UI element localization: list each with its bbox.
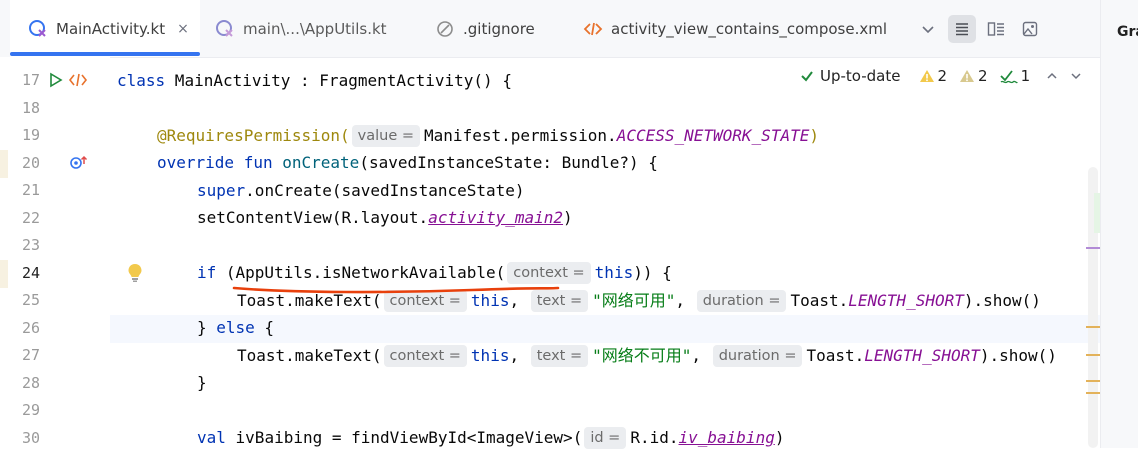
tab-tools (908, 14, 1044, 44)
param-hint: context = (383, 345, 467, 367)
code-line-17: class MainActivity : FragmentActivity() … (117, 71, 512, 90)
xml-related-icon[interactable] (68, 72, 88, 92)
code-line-28: } (197, 373, 207, 392)
tab-label: activity_view_contains_compose.xml (611, 19, 888, 38)
override-icon[interactable] (69, 154, 89, 174)
line-number: 22 (21, 209, 40, 227)
typos-count[interactable]: 1 (999, 67, 1030, 85)
code-line-21: super.onCreate(savedInstanceState) (197, 181, 525, 200)
editor-tab-bar: MainActivity.kt × main\...\AppUtils.kt .… (0, 0, 1100, 58)
tab-label: .gitignore (463, 19, 535, 38)
lightbulb-icon[interactable] (127, 263, 143, 287)
kotlin-class-icon (28, 19, 48, 39)
close-icon[interactable]: × (177, 21, 189, 37)
split-view-icon[interactable] (982, 15, 1010, 43)
run-icon[interactable] (48, 72, 64, 92)
tab-gitignore[interactable]: .gitignore (435, 0, 535, 57)
active-tab-indicator (10, 52, 200, 56)
tab-apputils[interactable]: main\...\AppUtils.kt (215, 0, 387, 57)
check-icon (801, 71, 813, 82)
param-hint: duration = (696, 290, 787, 312)
vcs-added-marker (1094, 193, 1100, 233)
typo-check-icon (999, 70, 1018, 84)
line-number: 21 (21, 181, 40, 199)
line-number: 18 (21, 99, 40, 117)
param-hint: context = (507, 262, 591, 284)
line-number: 19 (21, 126, 40, 144)
red-underline-annotation (232, 286, 560, 294)
warning-icon (919, 70, 934, 82)
error-stripe-mark[interactable] (1086, 380, 1100, 382)
code-line-19: @RequiresPermission(value = Manifest.perm… (157, 125, 819, 147)
error-stripe-mark[interactable] (1086, 392, 1100, 394)
code-line-26: } else { (197, 318, 275, 337)
line-number: 28 (21, 374, 40, 392)
line-number: 30 (21, 429, 40, 447)
param-hint: text = (530, 345, 589, 367)
code-line-22: setContentView(R.layout.activity_main2) (197, 208, 573, 227)
right-tool-strip: Gra (1100, 0, 1138, 448)
error-stripe-mark[interactable] (1086, 247, 1100, 249)
xml-file-icon (583, 19, 603, 39)
param-hint: duration = (712, 345, 803, 367)
tab-xml[interactable]: activity_view_contains_compose.xml (583, 0, 887, 57)
line-number: 29 (21, 401, 40, 419)
chevron-down-icon[interactable] (1070, 70, 1082, 82)
tab-label: main\...\AppUtils.kt (243, 19, 387, 38)
weak-warning-icon (960, 70, 975, 82)
line-number: 27 (21, 346, 40, 364)
tab-mainactivity[interactable]: MainActivity.kt × (10, 0, 200, 57)
code-editor[interactable]: class MainActivity : FragmentActivity() … (110, 57, 1100, 449)
uptodate-status[interactable]: Up-to-date (800, 67, 901, 85)
line-number: 20 (21, 154, 40, 172)
warnings-count[interactable]: 2 (919, 67, 947, 85)
line-number: 26 (21, 319, 40, 337)
line-number: 17 (21, 71, 40, 89)
ignore-file-icon (435, 19, 455, 39)
design-view-icon[interactable] (1016, 15, 1044, 43)
gradle-panel-label[interactable]: Gra (1117, 24, 1138, 40)
tab-label: MainActivity.kt (56, 19, 166, 38)
code-view-icon[interactable] (948, 15, 976, 43)
change-marker (0, 150, 8, 178)
inspection-widget[interactable]: Up-to-date 2 2 1 (800, 62, 1095, 90)
weak-warnings-count[interactable]: 2 (959, 67, 988, 85)
chevron-up-icon[interactable] (1046, 70, 1058, 82)
kotlin-class-icon (215, 19, 235, 39)
line-number: 25 (21, 291, 40, 309)
code-line-27: Toast.makeText(context = this, text = "网络不… (237, 345, 1057, 367)
chevron-down-icon[interactable] (914, 15, 942, 43)
code-line-24: if (AppUtils.isNetworkAvailable(context … (197, 262, 672, 284)
param-hint: value = (351, 125, 421, 147)
error-stripe-mark[interactable] (1086, 354, 1100, 356)
line-number: 24 (21, 264, 40, 282)
line-number: 23 (21, 236, 40, 254)
param-hint: id = (584, 427, 627, 449)
code-line-20: override fun onCreate(savedInstanceState… (157, 153, 658, 172)
error-stripe-mark[interactable] (1086, 326, 1100, 328)
change-marker (0, 260, 8, 288)
